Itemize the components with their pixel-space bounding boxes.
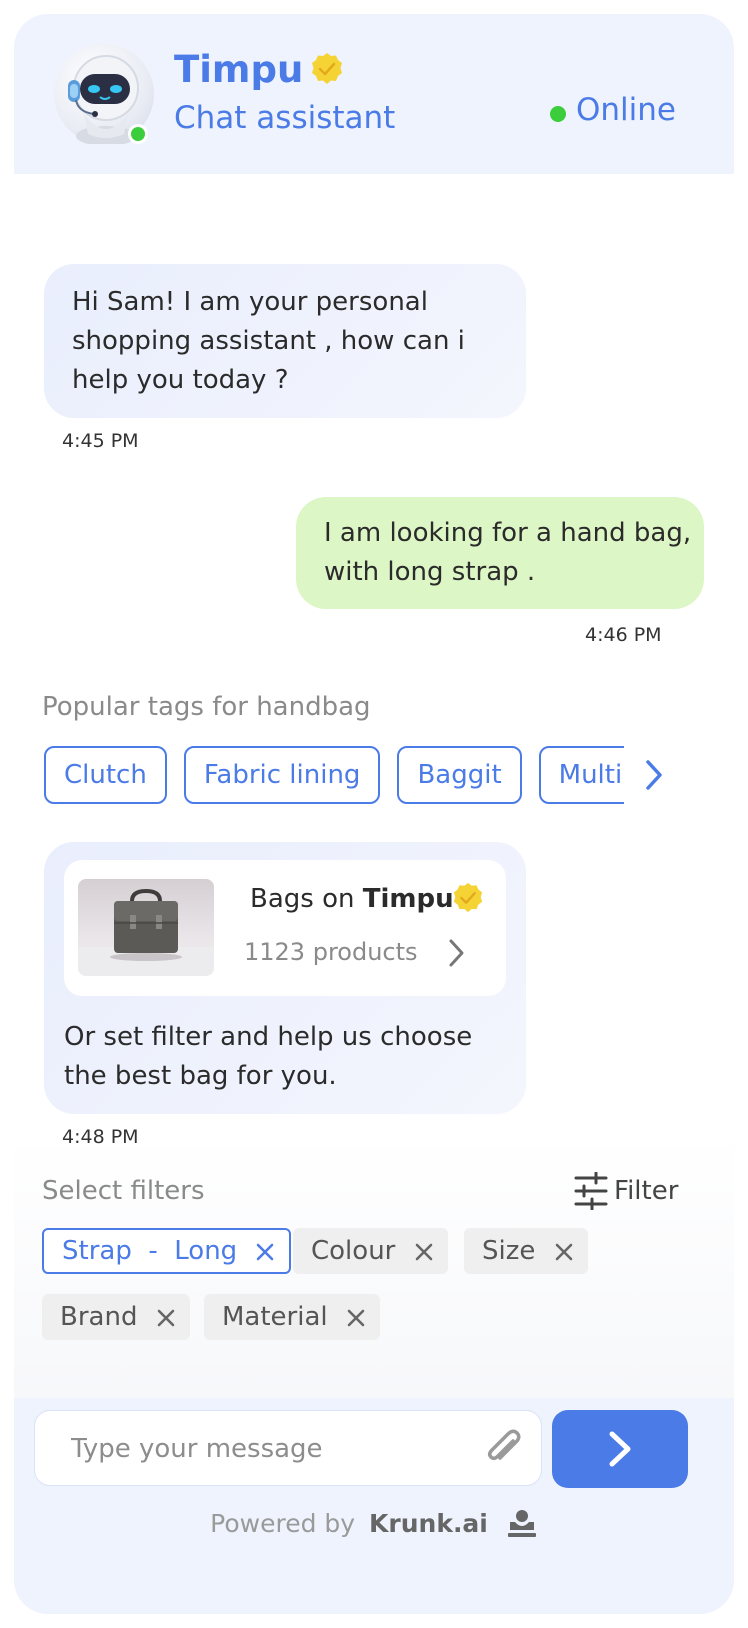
filter-button[interactable]: Filter [574, 1171, 678, 1212]
product-title-brand: Timpu [362, 884, 454, 914]
filter-chip-strap[interactable]: Strap - Long [42, 1228, 292, 1275]
send-button[interactable] [552, 1410, 688, 1488]
message-time: 4:48 PM [62, 1126, 139, 1148]
bot-message-text: Hi Sam! I am your personal shopping assi… [72, 287, 465, 395]
powered-by-label: Powered by [210, 1509, 356, 1538]
close-icon[interactable] [414, 1231, 434, 1277]
product-title: Bags on Timpu [250, 884, 454, 914]
close-icon[interactable] [156, 1297, 176, 1343]
chat-widget: Timpu Chat assistant Online Hi Sam! I am… [14, 14, 734, 1614]
filter-chip-label: Size [482, 1236, 536, 1266]
filter-sliders-icon [574, 1171, 608, 1211]
filter-chip-label: Strap - Long [62, 1236, 238, 1266]
brand-name[interactable]: Krunk.ai [369, 1509, 488, 1538]
verified-badge-icon [452, 882, 484, 918]
handbag-image [78, 879, 214, 976]
bot-product-bubble: Bags on Timpu 1123 products Or set filte… [44, 842, 526, 1114]
paperclip-icon[interactable] [483, 1427, 523, 1473]
message-time: 4:46 PM [585, 624, 662, 646]
user-message-bubble: I am looking for a hand bag, with long s… [296, 497, 704, 609]
filter-chip-brand[interactable]: Brand [42, 1294, 190, 1340]
product-card[interactable]: Bags on Timpu 1123 products [64, 860, 506, 996]
filter-chip-label: Brand [60, 1302, 138, 1332]
bot-message-bubble: Hi Sam! I am your personal shopping assi… [44, 264, 526, 418]
send-arrow-icon [609, 1431, 631, 1467]
filter-chip-material[interactable]: Material [204, 1294, 380, 1340]
chevron-right-icon[interactable] [446, 938, 468, 972]
tag-chip[interactable]: Multi [538, 746, 624, 804]
chat-header: Timpu Chat assistant Online [14, 14, 734, 174]
product-count: 1123 products [244, 938, 418, 966]
close-icon[interactable] [554, 1231, 574, 1277]
tag-chip[interactable]: Baggit [397, 746, 522, 804]
filter-button-label: Filter [614, 1176, 679, 1206]
online-status-dot [550, 106, 566, 122]
avatar-online-indicator [128, 124, 148, 144]
filter-chip-size[interactable]: Size [464, 1228, 588, 1274]
chevron-right-icon[interactable] [642, 758, 666, 796]
krunk-logo-icon [506, 1508, 538, 1544]
popular-tags-label: Popular tags for handbag [42, 692, 371, 722]
filter-chip-colour[interactable]: Colour [293, 1228, 448, 1274]
online-status: Online [576, 92, 676, 128]
select-filters-label: Select filters [42, 1176, 205, 1206]
message-input-box [34, 1410, 542, 1486]
message-input[interactable] [71, 1429, 471, 1469]
bot-role: Chat assistant [174, 100, 396, 136]
bot-message-text: Or set filter and help us choose the bes… [64, 1022, 473, 1091]
message-time: 4:45 PM [62, 430, 139, 452]
tags-row: Clutch Fabric lining Baggit Multi [44, 746, 624, 804]
close-icon[interactable] [346, 1297, 366, 1343]
tag-chip[interactable]: Clutch [44, 746, 167, 804]
tag-chip[interactable]: Fabric lining [183, 746, 381, 804]
verified-badge-icon [310, 52, 344, 90]
powered-by-footer: Powered by Krunk.ai [14, 1508, 734, 1544]
product-title-prefix: Bags on [250, 884, 363, 914]
bot-name: Timpu [174, 48, 304, 91]
filter-chip-label: Material [222, 1302, 328, 1332]
user-message-text: I am looking for a hand bag, with long s… [324, 518, 692, 587]
close-icon[interactable] [255, 1233, 275, 1275]
filter-chip-label: Colour [311, 1236, 396, 1266]
